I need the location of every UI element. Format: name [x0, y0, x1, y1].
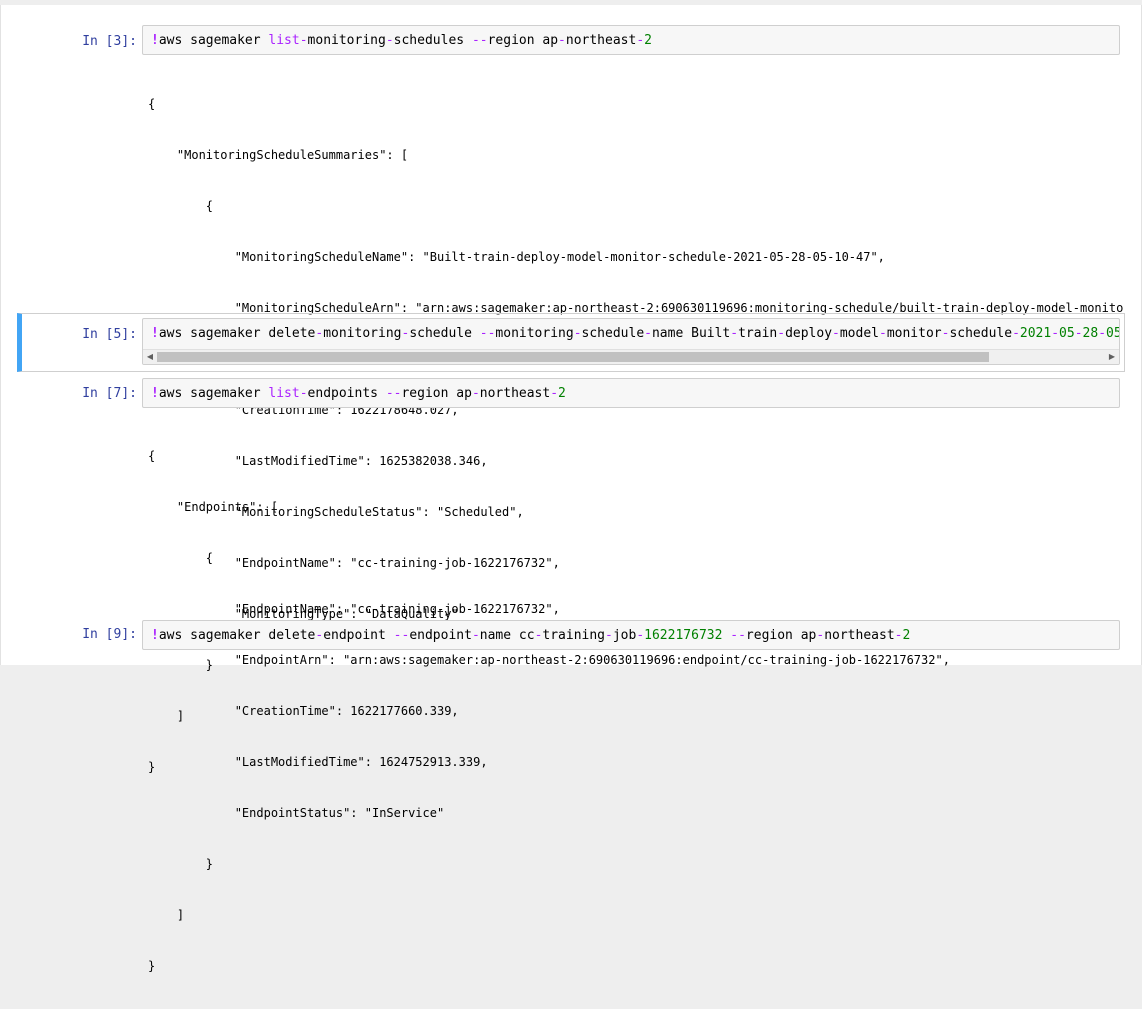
code-token: - [1051, 326, 1060, 341]
code-token: -- [471, 33, 488, 48]
code-token: region ap [401, 386, 472, 401]
code-cell-9[interactable]: In [9]: !aws sagemaker delete-endpoint -… [17, 620, 1125, 655]
code-token: - [550, 386, 559, 401]
scroll-right-arrow-icon[interactable]: ▶ [1105, 350, 1119, 364]
code-token: name cc [479, 628, 535, 643]
code-token: training [542, 628, 606, 643]
code-token: aws sagemaker [158, 386, 269, 401]
code-token: monitor [886, 326, 942, 341]
code-input[interactable]: !aws sagemaker list-endpoints --region a… [142, 378, 1120, 408]
code-token: ! [151, 33, 159, 48]
code-input[interactable]: !aws sagemaker delete-endpoint --endpoin… [142, 620, 1120, 650]
output-line: "MonitoringScheduleName": "Built-train-d… [148, 250, 885, 264]
code-token: - [299, 386, 308, 401]
output-line: "Endpoints": [ [148, 500, 279, 514]
scrollbar-thumb[interactable] [157, 352, 989, 362]
code-token: list [268, 386, 300, 401]
code-token: endpoint [323, 628, 394, 643]
code-token: aws sagemaker delete [158, 628, 316, 643]
code-token: 2 [902, 628, 911, 643]
code-input[interactable]: !aws sagemaker delete-monitoring-schedul… [142, 318, 1120, 365]
code-token: train [738, 326, 778, 341]
cell-prompt: In [9]: [82, 627, 137, 642]
code-token: aws sagemaker [158, 33, 269, 48]
code-token: 05 [1059, 326, 1075, 341]
code-token: model [839, 326, 879, 341]
code-token: - [1074, 326, 1083, 341]
code-token: -- [393, 628, 410, 643]
code-token: 1622176732 [644, 628, 723, 643]
code-token: - [471, 386, 480, 401]
code-token: region ap [487, 33, 559, 48]
code-token: -- [385, 386, 402, 401]
code-token: - [385, 33, 394, 48]
code-token: - [636, 33, 645, 48]
code-token: - [879, 326, 887, 341]
code-token: schedules [393, 33, 472, 48]
cell-prompt: In [3]: [82, 34, 137, 49]
code-token: monitoring [495, 326, 574, 341]
code-token: schedule [409, 326, 480, 341]
notebook-container: In [3]: !aws sagemaker list-monitoring-s… [0, 5, 1142, 973]
code-token: name Built [651, 326, 731, 341]
horizontal-scrollbar[interactable]: ◀ ▶ [143, 349, 1119, 364]
code-token: 28 [1082, 326, 1099, 341]
cell-prompt: In [5]: [82, 327, 137, 342]
code-token: - [1012, 326, 1020, 341]
code-token: monitoring [323, 326, 402, 341]
code-token: - [644, 326, 652, 341]
output-line: } [148, 857, 214, 871]
code-cell-7[interactable]: In [7]: !aws sagemaker list-endpoints --… [17, 378, 1125, 973]
code-token: 2021 [1019, 326, 1052, 341]
scroll-left-arrow-icon[interactable]: ◀ [143, 350, 157, 364]
code-token: list [268, 33, 300, 48]
code-token: - [730, 326, 739, 341]
code-token: aws sagemaker delete [158, 326, 316, 341]
code-token: ! [151, 628, 159, 643]
output-line: } [148, 959, 156, 973]
code-token: job [612, 628, 637, 643]
code-token: endpoints [307, 386, 386, 401]
code-input[interactable]: !aws sagemaker list-monitoring-schedules… [142, 25, 1120, 55]
code-token: northeast [479, 386, 551, 401]
code-token: - [573, 326, 582, 341]
code-token: - [1098, 326, 1107, 341]
output-line: { [148, 199, 214, 213]
code-token: schedule [949, 326, 1013, 341]
code-token: - [832, 326, 840, 341]
cell-output: { "Endpoints": [ { "EndpointName": "cc-t… [148, 414, 1123, 1009]
output-line: ] [148, 908, 185, 922]
code-token: - [636, 628, 645, 643]
output-line: "LastModifiedTime": 1624752913.339, [148, 755, 488, 769]
output-line: { [148, 449, 156, 463]
code-token: ! [151, 386, 159, 401]
output-line: "CreationTime": 1622177660.339, [148, 704, 459, 718]
code-token: - [471, 628, 480, 643]
output-line: { [148, 97, 156, 111]
code-token: northeast [824, 628, 895, 643]
code-token: - [299, 33, 308, 48]
output-line: "MonitoringScheduleSummaries": [ [148, 148, 409, 162]
output-line: "EndpointName": "cc-training-job-1622176… [148, 602, 560, 616]
code-cell-5[interactable]: In [5]: !aws sagemaker delete-monitoring… [17, 313, 1125, 372]
code-token: -- [479, 326, 496, 341]
output-line: "EndpointStatus": "InService" [148, 806, 445, 820]
output-line: { [148, 551, 214, 565]
code-token: ! [151, 326, 159, 341]
code-token: - [777, 326, 786, 341]
code-token: region ap [745, 628, 817, 643]
code-token: deploy [785, 326, 833, 341]
code-cell-3[interactable]: In [3]: !aws sagemaker list-monitoring-s… [17, 25, 1125, 774]
code-token: - [558, 33, 566, 48]
code-token: schedule [581, 326, 645, 341]
cell-prompt: In [7]: [82, 386, 137, 401]
code-token: 2 [644, 33, 652, 48]
code-token: monitoring [307, 33, 386, 48]
code-token: - [605, 628, 613, 643]
code-token: northeast [565, 33, 637, 48]
code-token: -- [730, 628, 746, 643]
code-token: endpoint [409, 628, 472, 643]
code-token: 2 [558, 386, 566, 401]
code-token: 05 [1106, 326, 1119, 341]
